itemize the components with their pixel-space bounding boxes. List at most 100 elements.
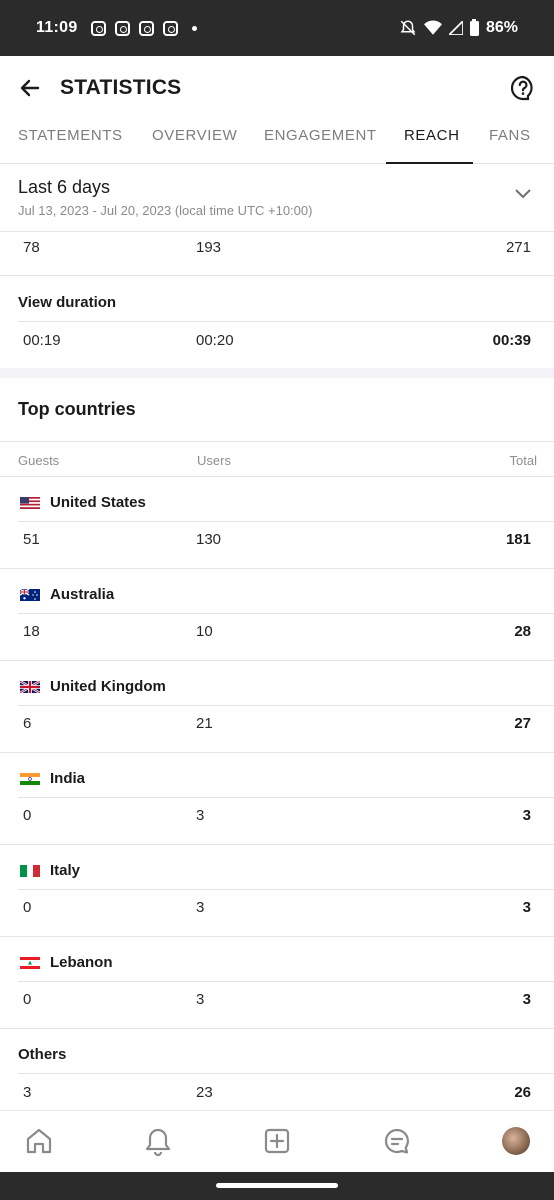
total-value: 3 [522,807,531,824]
app-bar: STATISTICS [0,56,554,120]
country-name: India [20,770,85,787]
country-label-united-kingdom: United Kingdom [50,678,166,695]
statistics-tabs: STATEMENTS OVERVIEW ENGAGEMENT REACH FAN… [0,120,554,164]
users-value: 3 [196,807,205,824]
divider [0,752,554,753]
total-value: 3 [522,899,531,916]
views-guests: 78 [23,239,40,256]
chevron-down-icon[interactable] [514,188,532,200]
instagram-icon [114,20,130,36]
more-notifications-dot [191,25,197,31]
divider [18,797,554,798]
page-title: STATISTICS [60,76,182,99]
country-label-lebanon: Lebanon [50,954,113,971]
divider [0,844,554,845]
home-icon [26,1128,52,1154]
guests-value: 18 [23,623,40,640]
battery-icon [469,18,479,36]
date-range-subtitle: Jul 13, 2023 - Jul 20, 2023 (local time … [18,203,313,218]
total-value: 27 [514,715,531,732]
bell-off-icon [400,20,416,36]
nav-new-post[interactable] [261,1125,293,1157]
divider [18,981,554,982]
country-label-india: India [50,770,86,787]
country-name: Italy [20,862,80,879]
instagram-icon [138,20,154,36]
tab-fans[interactable]: FANS [489,120,531,164]
users-value: 10 [196,623,213,640]
italy-flag-icon [20,864,40,877]
view-duration-row: 00:19 00:20 00:39 [0,322,554,368]
view-duration-label: View duration [18,294,117,311]
wifi-icon [423,20,442,35]
tab-reach[interactable]: REACH [386,120,473,164]
notification-icons [90,20,178,36]
guests-value: 51 [23,531,40,548]
date-range-title: Last 6 days [18,177,111,197]
date-range-selector[interactable]: Last 6 days Jul 13, 2023 - Jul 20, 2023 … [0,164,554,232]
divider [18,889,554,890]
instagram-icon [90,20,106,36]
guests-value: 3 [23,1084,32,1101]
signal-icon [448,21,463,35]
tab-engagement[interactable]: ENGAGEMENT [264,120,377,164]
home-gesture-handle[interactable] [216,1183,338,1188]
divider [0,476,554,477]
divider [0,936,554,937]
divider [0,275,554,276]
others-label: Others [18,1046,67,1063]
divider [0,660,554,661]
instagram-icon [162,20,178,36]
bell-icon [145,1128,171,1156]
nav-notifications[interactable] [142,1125,174,1157]
lebanon-flag-icon [20,956,40,969]
users-value: 130 [196,531,222,548]
nav-profile[interactable] [500,1125,532,1157]
section-divider [0,368,554,378]
users-value: 3 [196,991,205,1008]
back-arrow-icon[interactable] [18,76,42,100]
messages-icon [384,1128,409,1154]
bottom-navigation [0,1110,554,1172]
total-value: 181 [505,531,531,548]
total-value: 28 [514,623,531,640]
duration-total: 00:39 [492,332,531,349]
help-icon[interactable] [510,75,536,101]
duration-guests: 00:19 [23,332,61,349]
divider [0,568,554,569]
guests-value: 6 [23,715,32,732]
users-value: 3 [196,899,205,916]
divider [0,1028,554,1029]
column-total-header: Total [509,453,537,468]
views-row: 78 193 271 [0,232,554,276]
add-post-icon [264,1128,290,1154]
column-guests-header: Guests [18,453,60,468]
status-time: 11:09 [36,19,78,36]
guests-value: 0 [23,991,32,1008]
tab-statements[interactable]: STATEMENTS [18,120,123,164]
system-navigation-bar [0,1172,554,1200]
country-name: United Kingdom [20,678,166,695]
country-label-united-states: United States [50,494,146,511]
country-name: United States [20,494,146,511]
system-icons: 86% [399,18,518,37]
divider [18,705,554,706]
country-name: Australia [20,586,114,603]
country-name: Lebanon [20,954,113,971]
divider [0,441,554,442]
divider [18,1073,554,1074]
country-label-italy: Italy [50,862,81,879]
column-users-header: Users [197,453,231,468]
total-value: 3 [522,991,531,1008]
india-flag-icon [20,772,40,785]
total-value: 26 [514,1084,531,1101]
battery-percent: 86% [485,19,518,36]
country-label-australia: Australia [50,586,115,603]
tab-overview[interactable]: OVERVIEW [152,120,237,164]
nav-messages[interactable] [381,1125,413,1157]
top-countries-title: Top countries [18,399,136,419]
views-users: 193 [196,239,222,256]
nav-home[interactable] [23,1125,55,1157]
guests-value: 0 [23,899,32,916]
divider [18,521,554,522]
